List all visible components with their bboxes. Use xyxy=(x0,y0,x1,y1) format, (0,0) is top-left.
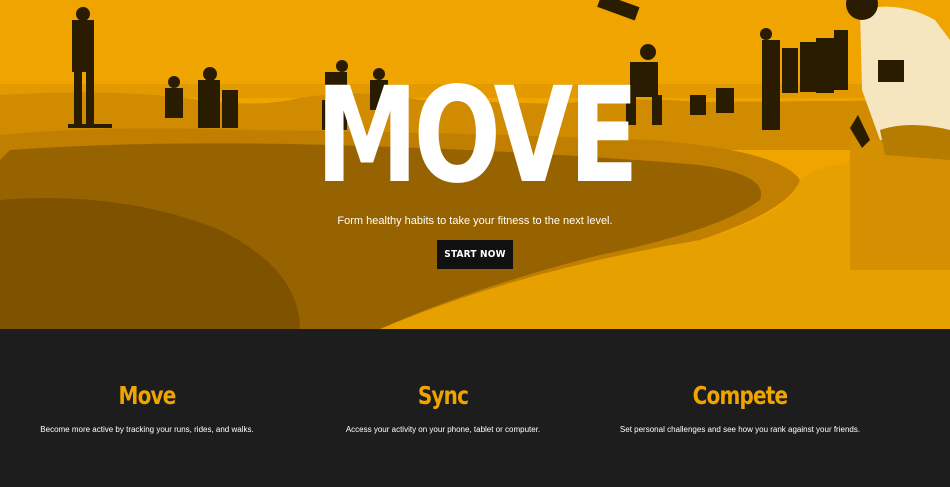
hero-subtitle: Form healthy habits to take your fitness… xyxy=(337,215,613,227)
feature-description: Set personal challenges and see how you … xyxy=(619,425,861,434)
feature-description: Become more active by tracking your runs… xyxy=(40,425,254,434)
feature-sync: Sync Access your activity on your phone,… xyxy=(293,381,593,435)
features-section: Move Become more active by tracking your… xyxy=(0,329,950,487)
feature-title: Move xyxy=(118,381,176,410)
feature-compete: Compete Set personal challenges and see … xyxy=(590,381,890,435)
feature-move: Move Become more active by tracking your… xyxy=(0,381,297,435)
feature-title: Compete xyxy=(692,381,788,410)
hero-section: MOVE Form healthy habits to take your fi… xyxy=(0,0,950,329)
feature-description: Access your activity on your phone, tabl… xyxy=(345,425,541,434)
feature-title: Sync xyxy=(417,381,469,410)
hero-title: MOVE xyxy=(315,59,639,213)
start-now-button[interactable]: START NOW xyxy=(437,240,513,269)
